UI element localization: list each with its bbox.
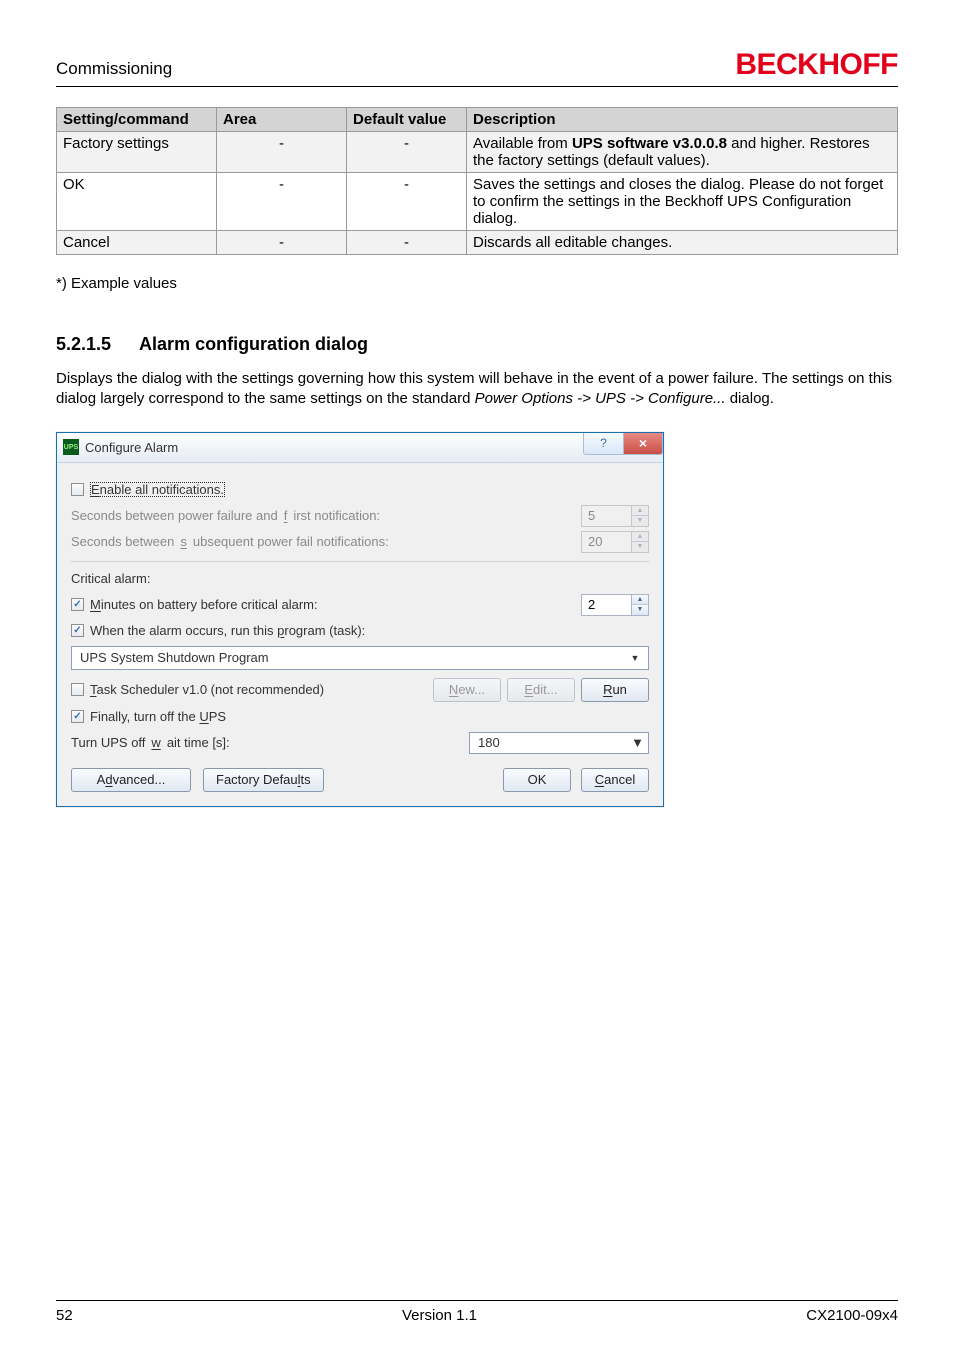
cell-default: -: [347, 231, 467, 255]
cancel-button[interactable]: Cancel: [581, 768, 649, 792]
cell-name: Cancel: [57, 231, 217, 255]
minutes-before-alarm-checkbox[interactable]: [71, 598, 84, 611]
table-row: OK - - Saves the settings and closes the…: [57, 173, 898, 231]
th-area: Area: [217, 108, 347, 132]
divider: [71, 561, 649, 562]
spin-down-icon: ▼: [632, 541, 648, 552]
cell-area: -: [217, 132, 347, 173]
run-program-checkbox[interactable]: [71, 624, 84, 637]
close-icon: ×: [639, 435, 647, 451]
seconds-subsequent-spinner: ▲▼: [581, 531, 649, 553]
ok-button[interactable]: OK: [503, 768, 571, 792]
section-paragraph: Displays the dialog with the settings go…: [56, 369, 898, 410]
cell-default: -: [347, 173, 467, 231]
critical-alarm-heading: Critical alarm:: [71, 571, 150, 586]
cell-default: -: [347, 132, 467, 173]
table-row: Factory settings - - Available from UPS …: [57, 132, 898, 173]
combobox-value: 180: [478, 735, 500, 750]
seconds-first-input: [581, 505, 631, 527]
turn-off-wait-label: Turn UPS off wait time [s]:: [71, 735, 230, 750]
minutes-before-alarm-input[interactable]: [581, 594, 631, 616]
dialog-title: Configure Alarm: [85, 440, 178, 455]
section-heading: 5.2.1.5Alarm configuration dialog: [56, 334, 898, 355]
page-header: Commissioning BECKHOFF: [56, 48, 898, 87]
chevron-down-icon: ▼: [631, 735, 644, 750]
advanced-button[interactable]: Advanced...: [71, 768, 191, 792]
th-setting: Setting/command: [57, 108, 217, 132]
brand-logo: BECKHOFF: [735, 48, 898, 82]
edit-button: Edit...: [507, 678, 575, 702]
cell-name: OK: [57, 173, 217, 231]
configure-alarm-dialog: UPS Configure Alarm ? × Enable all notif…: [56, 432, 664, 807]
task-scheduler-label: Task Scheduler v1.0 (not recommended): [90, 682, 324, 697]
close-button[interactable]: ×: [623, 433, 663, 455]
spin-down-icon[interactable]: ▼: [632, 604, 648, 615]
minutes-before-alarm-spinner[interactable]: ▲▼: [581, 594, 649, 616]
page-footer: 52 Version 1.1 CX2100-09x4: [56, 1300, 898, 1324]
table-header-row: Setting/command Area Default value Descr…: [57, 108, 898, 132]
run-program-label: When the alarm occurs, run this program …: [90, 623, 365, 638]
help-icon: ?: [600, 436, 607, 450]
example-values-note: *) Example values: [56, 275, 898, 292]
seconds-subsequent-input: [581, 531, 631, 553]
task-scheduler-checkbox[interactable]: [71, 683, 84, 696]
turn-off-wait-combobox[interactable]: 180 ▼: [469, 732, 649, 754]
run-button[interactable]: Run: [581, 678, 649, 702]
th-description: Description: [467, 108, 898, 132]
spin-up-icon: ▲: [632, 506, 648, 516]
finally-turn-off-label: Finally, turn off the UPS: [90, 709, 226, 724]
new-button: New...: [433, 678, 501, 702]
page-number: 52: [56, 1307, 73, 1324]
minutes-before-alarm-label: Minutes on battery before critical alarm…: [90, 597, 318, 612]
cell-desc: Saves the settings and closes the dialog…: [467, 173, 898, 231]
seconds-first-spinner: ▲▼: [581, 505, 649, 527]
combobox-value: UPS System Shutdown Program: [80, 650, 269, 665]
th-default: Default value: [347, 108, 467, 132]
doc-version: Version 1.1: [402, 1307, 477, 1324]
settings-table: Setting/command Area Default value Descr…: [56, 107, 898, 255]
cell-name: Factory settings: [57, 132, 217, 173]
dialog-titlebar[interactable]: UPS Configure Alarm ? ×: [57, 433, 663, 463]
help-button[interactable]: ?: [583, 433, 623, 455]
section-name: Commissioning: [56, 59, 172, 79]
spin-up-icon: ▲: [632, 532, 648, 542]
enable-all-notifications-label: Enable all notifications.: [90, 482, 225, 497]
cell-area: -: [217, 173, 347, 231]
app-icon: UPS: [63, 439, 79, 455]
table-row: Cancel - - Discards all editable changes…: [57, 231, 898, 255]
doc-id: CX2100-09x4: [806, 1307, 898, 1324]
spin-down-icon: ▼: [632, 515, 648, 526]
chevron-down-icon: ▼: [626, 649, 644, 667]
seconds-first-label: Seconds between power failure and first …: [71, 508, 380, 523]
enable-all-notifications-checkbox[interactable]: [71, 483, 84, 496]
seconds-subsequent-label: Seconds between subsequent power fail no…: [71, 534, 389, 549]
cell-desc: Available from UPS software v3.0.0.8 and…: [467, 132, 898, 173]
spin-up-icon[interactable]: ▲: [632, 595, 648, 605]
factory-defaults-button[interactable]: Factory Defaults: [203, 768, 324, 792]
cell-area: -: [217, 231, 347, 255]
cell-desc: Discards all editable changes.: [467, 231, 898, 255]
shutdown-program-combobox[interactable]: UPS System Shutdown Program ▼: [71, 646, 649, 670]
finally-turn-off-checkbox[interactable]: [71, 710, 84, 723]
